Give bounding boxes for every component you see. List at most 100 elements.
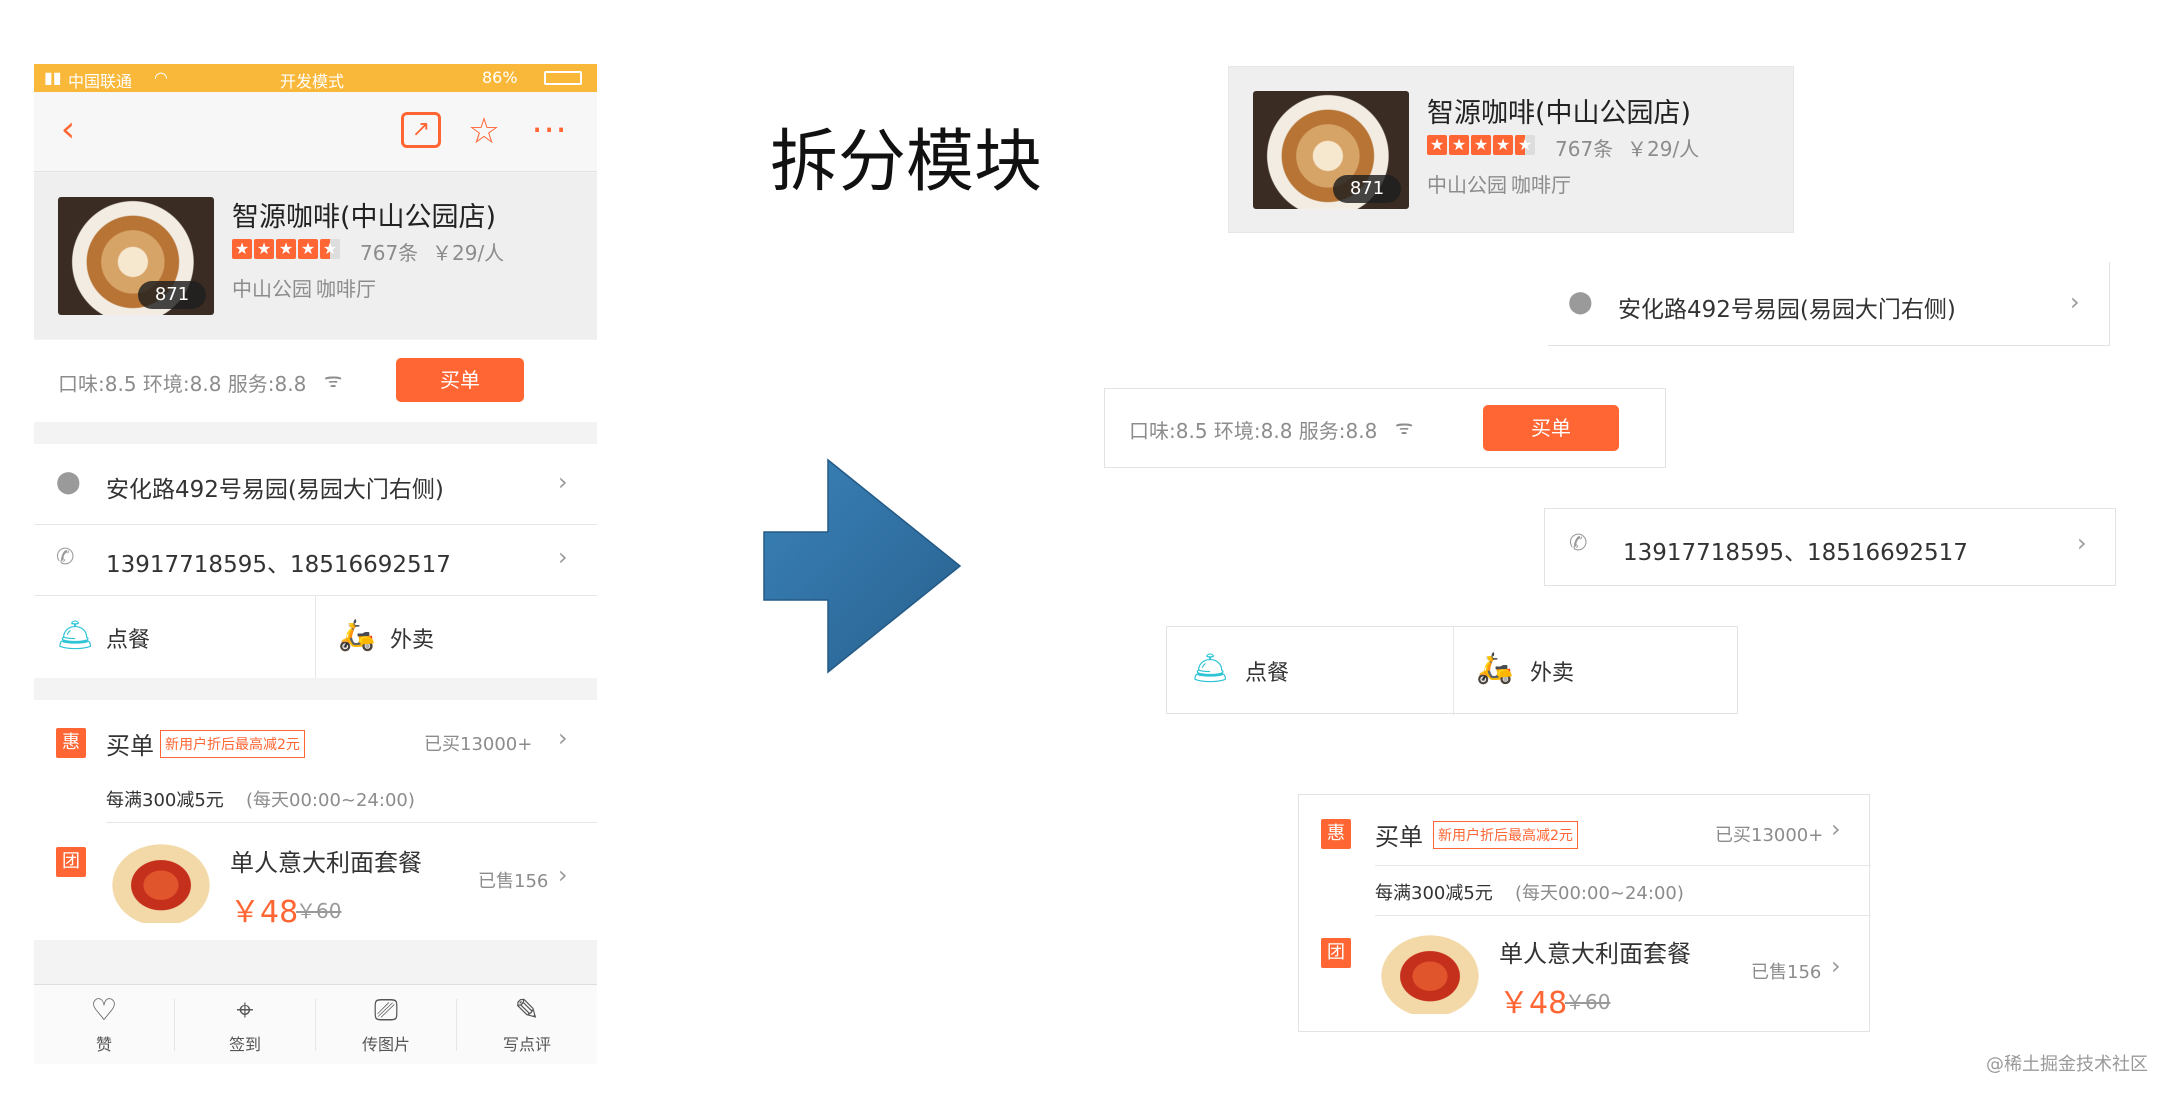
pasta-photo xyxy=(1375,930,1485,1014)
tab-photo-label: 传图片 xyxy=(361,1035,410,1054)
deal-hours: (每天00:00~24:00) xyxy=(246,790,415,811)
dine-service[interactable]: 🛎 点餐 xyxy=(34,596,315,678)
wifi-icon: ᯤ xyxy=(324,368,343,392)
bell-icon: 🛎 xyxy=(1191,651,1230,686)
location-icon: ⌖ xyxy=(236,993,254,1028)
nav-bar: ‹ ↗ ☆ ⋯ xyxy=(34,92,597,172)
group-badge: 团 xyxy=(56,847,86,877)
chevron-right-icon: › xyxy=(558,468,568,496)
deal-bought: 已买13000+ xyxy=(424,734,533,755)
split-deal-block: 惠 买单 新用户折后最高减2元 已买13000+ › 每满300减5元 (每天0… xyxy=(1298,794,1871,1033)
photo-count-badge: 871 xyxy=(138,281,206,309)
review-count: 767条 xyxy=(1555,137,1614,161)
shop-name: 智源咖啡(中山公园店) xyxy=(1427,98,1692,129)
camera-icon: ⎚ xyxy=(374,993,398,1028)
review-count: 767条 xyxy=(360,241,419,265)
right-arrow-icon xyxy=(763,458,962,674)
price-per-person: ￥29/人 xyxy=(432,241,505,265)
deal-rule: 每满300减5元 xyxy=(1375,883,1493,904)
page-heading: 拆分模块 xyxy=(770,123,1043,202)
takeaway-label: 外卖 xyxy=(390,628,435,653)
scores-text: 口味:8.5 环境:8.8 服务:8.8 xyxy=(58,372,307,396)
scores-text: 口味:8.5 环境:8.8 服务:8.8 xyxy=(1129,419,1378,443)
chevron-right-icon: › xyxy=(2077,529,2087,557)
split-phone-row[interactable]: ✆ 13917718595、18516692517 › xyxy=(1544,508,2116,586)
tab-like[interactable]: ♡ 赞 xyxy=(34,985,174,1064)
tab-checkin[interactable]: ⌖ 签到 xyxy=(175,985,315,1064)
share-icon[interactable]: ↗ xyxy=(401,112,441,148)
group-price: ￥48 xyxy=(1499,986,1568,1021)
address-text: 安化路492号易园(易园大门右侧) xyxy=(106,477,444,503)
star-icon[interactable]: ☆ xyxy=(464,112,504,152)
phone-icon: ✆ xyxy=(1569,531,1588,556)
split-scores-row: 口味:8.5 环境:8.8 服务:8.8 ᯤ 买单 xyxy=(1104,388,1666,468)
bottom-tab-bar: ♡ 赞 ⌖ 签到 ⎚ 传图片 ✎ 写点评 xyxy=(34,984,597,1064)
deal-badge: 惠 xyxy=(56,728,86,758)
group-sold: 已售156 xyxy=(478,871,549,892)
divider xyxy=(456,999,457,1051)
scooter-icon: 🛵 xyxy=(1476,651,1514,686)
shop-name: 智源咖啡(中山公园店) xyxy=(232,202,497,233)
heart-icon: ♡ xyxy=(90,993,118,1028)
phone-row[interactable]: ✆ 13917718595、18516692517 › xyxy=(34,525,597,595)
pay-button[interactable]: 买单 xyxy=(396,358,524,402)
chevron-right-icon: › xyxy=(2070,288,2080,316)
split-services-row: 🛎 点餐 🛵 外卖 xyxy=(1166,626,1739,715)
watermark: @稀土掘金技术社区 xyxy=(1986,1054,2148,1075)
tab-checkin-label: 签到 xyxy=(228,1035,261,1054)
signal-icon: ▮▮ xyxy=(44,68,62,87)
address-row[interactable]: ⬤ 安化路492号易园(易园大门右侧) › xyxy=(34,444,597,524)
wifi-icon: ᯤ xyxy=(1395,415,1414,439)
chevron-right-icon: › xyxy=(558,861,568,889)
chevron-right-icon: › xyxy=(558,724,568,752)
tab-review-label: 写点评 xyxy=(502,1035,551,1054)
pay-button[interactable]: 买单 xyxy=(1483,405,1619,451)
group-title: 单人意大利面套餐 xyxy=(230,849,422,877)
shop-photo[interactable]: 871 xyxy=(1253,91,1409,209)
deal-row[interactable]: 惠 买单 新用户折后最高减2元 已买13000+ › xyxy=(34,700,597,772)
shop-area: 中山公园 xyxy=(1427,173,1507,197)
group-badge: 团 xyxy=(1321,938,1351,968)
deal-bought: 已买13000+ xyxy=(1715,825,1824,846)
takeaway-service[interactable]: 🛵 外卖 xyxy=(1454,627,1739,715)
bell-icon: 🛎 xyxy=(56,618,95,653)
deal-hours: (每天00:00~24:00) xyxy=(1515,883,1684,904)
services-row: 🛎 点餐 🛵 外卖 xyxy=(34,596,597,678)
status-bar: ▮▮ 中国联通 ◠ 开发模式 86% xyxy=(34,64,597,92)
chevron-right-icon: › xyxy=(1831,815,1841,843)
shop-photo[interactable]: 871 xyxy=(58,197,214,315)
phone-text: 13917718595、18516692517 xyxy=(1623,540,1968,566)
battery-label: 86% xyxy=(482,68,518,87)
dine-service[interactable]: 🛎 点餐 xyxy=(1167,627,1453,715)
group-deal-row[interactable]: 团 单人意大利面套餐 ￥48 ￥60 已售156 › xyxy=(1299,916,1871,1033)
group-sold: 已售156 xyxy=(1751,962,1822,983)
rating-stars: ★ ★ ★ ★ ★ xyxy=(232,239,342,259)
takeaway-service[interactable]: 🛵 外卖 xyxy=(316,596,597,678)
tab-photo[interactable]: ⎚ 传图片 xyxy=(316,985,456,1064)
edit-icon: ✎ xyxy=(514,993,540,1028)
location-pin-icon: ⬤ xyxy=(1568,290,1593,315)
deal-title: 买单 xyxy=(106,732,154,760)
deal-row[interactable]: 惠 买单 新用户折后最高减2元 已买13000+ › xyxy=(1299,795,1871,865)
address-text: 安化路492号易园(易园大门右侧) xyxy=(1618,297,1956,323)
dine-label: 点餐 xyxy=(106,628,151,653)
tab-review[interactable]: ✎ 写点评 xyxy=(457,985,597,1064)
carrier-label: 中国联通 xyxy=(68,72,133,91)
more-icon[interactable]: ⋯ xyxy=(529,110,569,150)
back-chevron-icon[interactable]: ‹ xyxy=(48,110,88,150)
split-address-row[interactable]: ⬤ 安化路492号易园(易园大门右侧) › xyxy=(1548,262,2110,346)
divider xyxy=(1375,865,1871,866)
deal-title: 买单 xyxy=(1375,823,1423,851)
photo-count-badge: 871 xyxy=(1333,175,1401,203)
scooter-icon: 🛵 xyxy=(338,618,376,653)
group-original-price: ￥60 xyxy=(1565,990,1611,1014)
chevron-right-icon: › xyxy=(558,543,568,571)
dine-label: 点餐 xyxy=(1245,661,1290,686)
split-shop-header[interactable]: 871 智源咖啡(中山公园店) ★ ★ ★ ★ ★ 767条 ￥29/人 中山公园 咖啡… xyxy=(1228,66,1794,233)
deal-block: 惠 买单 新用户折后最高减2元 已买13000+ › 每满300减5元 (每天0… xyxy=(34,700,597,940)
phone-screenshot: ▮▮ 中国联通 ◠ 开发模式 86% ‹ ↗ ☆ ⋯ 871 智源咖啡(中山公园… xyxy=(34,64,597,1064)
shop-header[interactable]: 871 智源咖啡(中山公园店) ★ ★ ★ ★ ★ 767条 ￥29/人 中山公园 咖啡… xyxy=(34,173,597,339)
divider xyxy=(315,999,316,1051)
group-deal-row[interactable]: 团 单人意大利面套餐 ￥48 ￥60 已售156 › xyxy=(34,823,597,940)
deal-tag: 新用户折后最高减2元 xyxy=(1433,821,1578,849)
